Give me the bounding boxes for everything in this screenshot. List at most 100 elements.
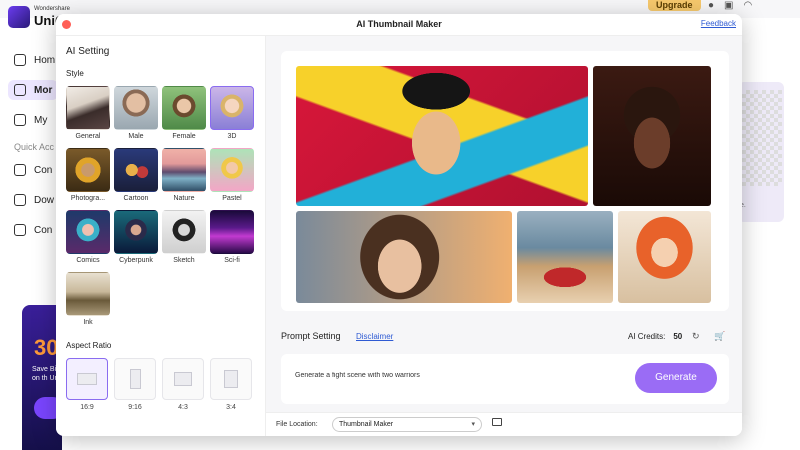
ai-thumbnail-maker-window: AI Thumbnail Maker Feedback AI Setting S… [56,14,742,436]
style-cartoon[interactable]: Cartoon [114,148,158,202]
style-thumbnail [210,210,254,254]
sidebar-item-download[interactable]: Dow [14,194,54,206]
style-label: Female [172,133,196,140]
file-location-value: Thumbnail Maker [339,421,394,428]
style-pastel[interactable]: Pastel [210,148,254,202]
file-location-select[interactable]: Thumbnail Maker ▾ [332,417,482,432]
brand-company: Wondershare [34,6,70,12]
sample-image-portrait-woman-makeup[interactable] [593,66,711,206]
ai-credits-value: 50 [673,332,683,341]
prompt-input[interactable] [295,372,615,379]
folder-icon[interactable] [492,418,502,426]
ratio-16-9-icon [77,373,97,385]
sample-image-anime-warrior[interactable] [618,211,711,303]
style-label: Sketch [173,257,195,264]
ratio-box [162,358,204,400]
ratio-4-3[interactable]: 4:3 [162,358,204,411]
ratio-label: 9:16 [128,404,142,411]
sidebar-item-label: Dow [34,194,55,206]
ai-credits: AI Credits: 50 [628,332,682,341]
style-cyberpunk[interactable]: Cyberpunk [114,210,158,264]
prompt-box: Generate [281,354,729,404]
ratio-box [114,358,156,400]
prompt-setting-heading: Prompt Setting [281,331,341,341]
sample-image-red-car[interactable] [517,211,613,303]
gift-icon[interactable]: ▣ [724,0,743,11]
ratio-3-4[interactable]: 3:4 [210,358,252,411]
headset-icon[interactable]: ◠ [744,0,763,11]
style-label: Cartoon [123,195,149,202]
style-thumbnail [210,86,254,130]
sidebar-item-label: My [34,114,48,126]
style-comics[interactable]: Comics [66,210,110,264]
style-ink[interactable]: Ink [66,272,110,326]
ratio-3-4-icon [224,370,238,388]
ai-setting-panel: AI Setting Style General Male Female 3D … [56,36,266,436]
avatar-icon[interactable]: ● [708,0,724,11]
sample-gallery [281,51,729,311]
download-icon [14,194,26,206]
cart-icon[interactable]: 🛒 [714,331,725,342]
sidebar-item-label: Con [34,224,53,236]
style-nature[interactable]: Nature [162,148,206,202]
ratio-4-3-icon [174,372,192,386]
sidebar-item-compress[interactable]: Con [14,224,52,236]
user-icon [14,114,26,126]
style-thumbnail [210,148,254,192]
style-sci-fi[interactable]: Sci-fi [210,210,254,264]
sidebar-item-label: Con [34,164,53,176]
style-thumbnail [114,148,158,192]
style-male[interactable]: Male [114,86,158,140]
feedback-link[interactable]: Feedback [701,19,736,28]
style-sketch[interactable]: Sketch [162,210,206,264]
convert-icon [14,164,26,176]
quick-access-heading: Quick Acc [14,142,55,152]
sidebar-item-my[interactable]: My [14,114,47,126]
sidebar-item-more[interactable]: Mor [8,80,59,100]
ratio-label: 3:4 [226,404,236,411]
sample-image-portrait-woman[interactable] [296,211,512,303]
style-general[interactable]: General [66,86,110,140]
style-label: Male [128,133,144,140]
style-thumbnail [66,272,110,316]
style-label: Ink [83,319,93,326]
window-title: AI Thumbnail Maker [356,19,442,29]
ratio-9-16-icon [129,369,141,389]
ratio-box [66,358,108,400]
chevron-down-icon: ▾ [471,421,475,428]
app-logo-icon [8,6,30,28]
sample-image-portrait-man[interactable] [296,66,588,206]
top-toolbar-icons[interactable]: ●▣◠ [708,0,762,11]
style-label: Pastel [222,195,242,202]
style-label: 3D [227,133,237,140]
sidebar-item-home[interactable]: Hom [14,54,55,66]
style-thumbnail [162,148,206,192]
style-thumbnail [162,210,206,254]
refresh-icon[interactable]: ↻ [692,331,700,342]
style-female[interactable]: Female [162,86,206,140]
style-thumbnail [162,86,206,130]
preview-panel: Prompt Setting Disclaimer AI Credits: 50 … [266,36,742,436]
style-thumbnail [114,86,158,130]
tools-icon [14,84,26,96]
upgrade-button[interactable]: Upgrade [648,0,701,11]
background-preview-thumbnail [742,90,782,186]
sidebar-item-label: Hom [34,54,56,66]
style-thumbnail [66,86,110,130]
ratio-box [210,358,252,400]
style-thumbnail [114,210,158,254]
style-label: General [75,133,101,140]
style-thumbnail [66,210,110,254]
style-3d[interactable]: 3D [210,86,254,140]
style-photography[interactable]: Photogra... [66,148,110,202]
file-location-bar: File Location: Thumbnail Maker ▾ [266,412,742,436]
ratio-9-16[interactable]: 9:16 [114,358,156,411]
generate-button[interactable]: Generate [635,363,717,393]
disclaimer-link[interactable]: Disclaimer [356,332,393,341]
sidebar-item-convert[interactable]: Con [14,164,52,176]
style-label: Nature [173,195,195,202]
style-label: Sci-fi [224,257,240,264]
ratio-16-9[interactable]: 16:9 [66,358,108,411]
ratio-label: 16:9 [80,404,94,411]
ai-credits-label: AI Credits: [628,332,666,341]
